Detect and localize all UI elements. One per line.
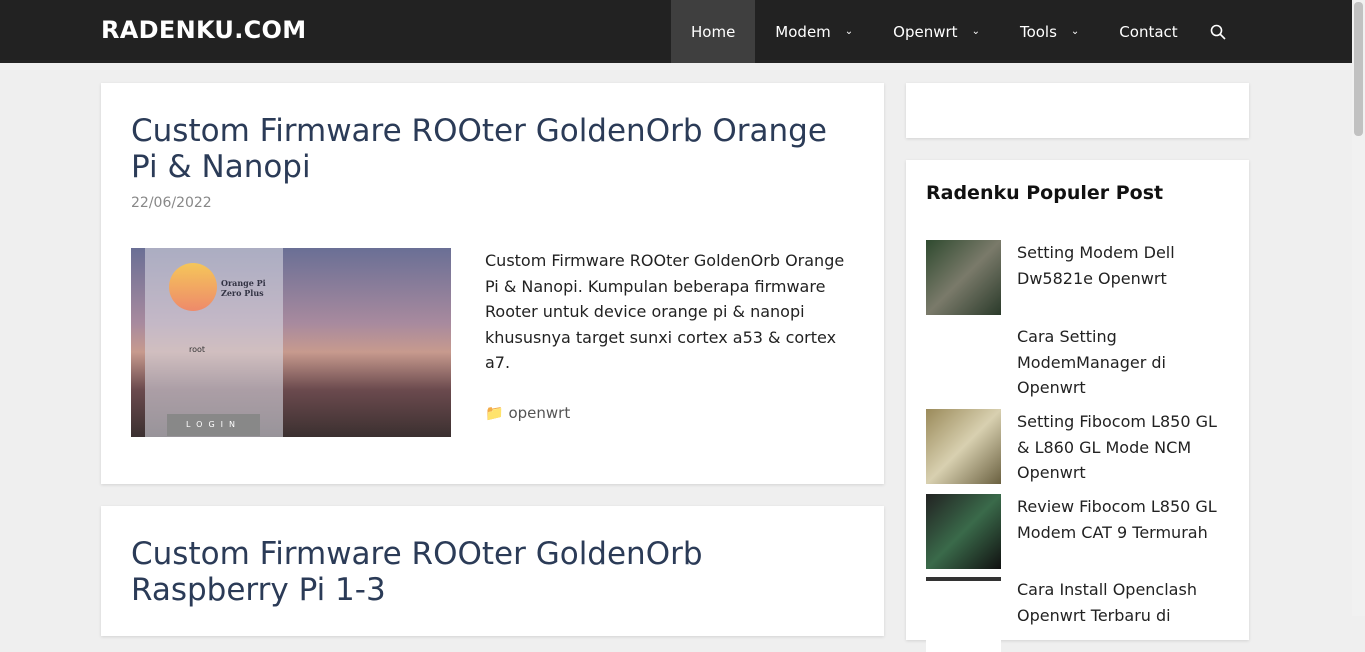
nav-label: Home	[691, 22, 736, 41]
sidebar-widget-empty	[906, 83, 1249, 138]
popular-post-item[interactable]: Cara Install Openclash Openwrt Terbaru d…	[926, 577, 1217, 652]
post-category: 📁 openwrt	[485, 404, 570, 422]
nav-label: Tools	[1019, 22, 1057, 41]
chevron-down-icon: ⌄	[1070, 26, 1080, 37]
popular-post-link[interactable]: Setting Modem Dell Dw5821e Openwrt	[1017, 240, 1217, 315]
kangaroo-logo	[169, 263, 217, 311]
post-thumbnail[interactable]: Orange Pi Zero Plus root LOGIN	[131, 248, 451, 437]
popular-post-link[interactable]: Review Fibocom L850 GL Modem CAT 9 Termu…	[1017, 494, 1217, 569]
search-button[interactable]	[1198, 0, 1248, 63]
post-thumbnail[interactable]	[926, 577, 1001, 652]
post-excerpt: Custom Firmware ROOter GoldenOrb Orange …	[485, 251, 845, 372]
nav-label: Modem	[775, 22, 831, 41]
nav-tools[interactable]: Tools ⌄	[1000, 0, 1099, 63]
post-card: Custom Firmware ROOter GoldenOrb Orange …	[101, 83, 884, 484]
post-title[interactable]: Custom Firmware ROOter GoldenOrb Orange …	[131, 113, 854, 185]
category-link[interactable]: openwrt	[508, 404, 570, 422]
post-thumbnail[interactable]	[926, 324, 1001, 399]
login-panel-image: Orange Pi Zero Plus root LOGIN	[145, 248, 283, 437]
page-scrollbar[interactable]	[1352, 0, 1365, 616]
popular-post-item[interactable]: Review Fibocom L850 GL Modem CAT 9 Termu…	[926, 494, 1217, 569]
nav-modem[interactable]: Modem ⌄	[755, 0, 873, 63]
nav-openwrt[interactable]: Openwrt ⌄	[873, 0, 1000, 63]
top-navbar: RADENKU.COM Home Modem ⌄ Openwrt ⌄ Tools ⌄ …	[0, 0, 1352, 63]
popular-post-item[interactable]: Setting Fibocom L850 GL & L860 GL Mode N…	[926, 409, 1217, 486]
scrollbar-thumb[interactable]	[1354, 2, 1363, 136]
popular-post-item[interactable]: Cara Setting ModemManager di Openwrt	[926, 324, 1217, 401]
login-button-image: LOGIN	[167, 414, 260, 436]
folder-icon: 📁	[485, 404, 504, 422]
post-thumbnail[interactable]	[926, 494, 1001, 569]
popular-post-link[interactable]: Cara Install Openclash Openwrt Terbaru d…	[1017, 577, 1217, 652]
popular-post-link[interactable]: Cara Setting ModemManager di Openwrt	[1017, 324, 1217, 401]
post-title[interactable]: Custom Firmware ROOter GoldenOrb Raspber…	[131, 536, 854, 608]
search-icon	[1210, 24, 1226, 40]
nav-contact[interactable]: Contact	[1099, 0, 1197, 63]
nav-label: Contact	[1119, 22, 1178, 41]
nav-home[interactable]: Home	[671, 0, 756, 63]
site-logo[interactable]: RADENKU.COM	[101, 16, 306, 44]
chevron-down-icon: ⌄	[971, 26, 980, 37]
popular-post-item[interactable]: Setting Modem Dell Dw5821e Openwrt	[926, 240, 1217, 315]
popular-post-link[interactable]: Setting Fibocom L850 GL & L860 GL Mode N…	[1017, 409, 1217, 486]
post-card: Custom Firmware ROOter GoldenOrb Raspber…	[101, 506, 884, 636]
nav-label: Openwrt	[893, 22, 958, 41]
post-thumbnail[interactable]	[926, 409, 1001, 484]
username-text: root	[189, 345, 206, 354]
device-name: Orange Pi Zero Plus	[221, 278, 266, 298]
popular-posts-widget: Radenku Populer Post Setting Modem Dell …	[906, 160, 1249, 652]
chevron-down-icon: ⌄	[844, 26, 854, 37]
widget-title: Radenku Populer Post	[926, 182, 1164, 204]
post-thumbnail[interactable]	[926, 240, 1001, 315]
post-date: 22/06/2022	[131, 195, 212, 211]
main-menu: Home Modem ⌄ Openwrt ⌄ Tools ⌄ Contact	[671, 0, 1248, 63]
